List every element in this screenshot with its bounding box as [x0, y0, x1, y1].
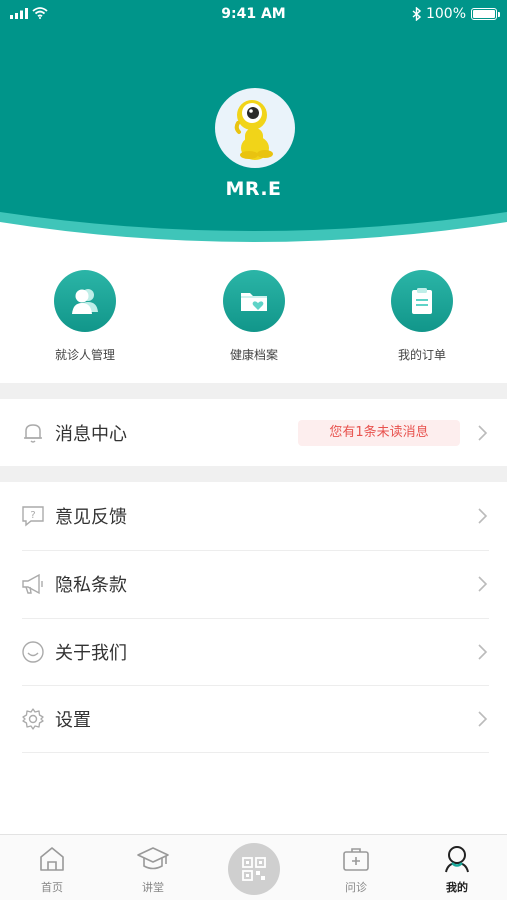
profile-icon: [445, 846, 469, 873]
menu-label: 关于我们: [55, 643, 127, 664]
tab-label: 首页: [41, 881, 63, 894]
section-gap: [0, 383, 507, 399]
home-icon: [40, 847, 64, 871]
tab-lecture[interactable]: 讲堂: [113, 841, 193, 895]
menu-item-settings[interactable]: 设置: [0, 686, 507, 752]
tab-label: 讲堂: [142, 881, 164, 894]
menu-label: 设置: [55, 710, 91, 731]
message-center-row[interactable]: 消息中心 您有1条未读消息: [0, 400, 507, 466]
qr-scan-button[interactable]: [228, 843, 280, 895]
tab-consultation[interactable]: 问诊: [316, 841, 396, 895]
avatar[interactable]: [215, 88, 295, 168]
tab-mine[interactable]: 我的: [417, 841, 497, 895]
tab-label: 我的: [446, 881, 468, 894]
users-icon: [54, 270, 116, 332]
bell-icon: [24, 424, 42, 443]
menu-item-privacy[interactable]: 隐私条款: [0, 551, 507, 617]
chevron-right-icon: [478, 644, 488, 660]
username: MR.E: [225, 178, 282, 200]
graduation-cap-icon: [137, 847, 169, 870]
profile-screen: 9:41 AM 100% MR.E 就诊人管理 健康档案 我的订单 消息中心 您…: [0, 0, 507, 900]
shortcut-my-orders[interactable]: 我的订单: [362, 268, 482, 363]
avatar-mascot-icon: [234, 100, 273, 160]
menu-label: 隐私条款: [55, 575, 127, 596]
section-gap: [0, 466, 507, 482]
shortcut-patient-management[interactable]: 就诊人管理: [25, 268, 145, 363]
chevron-right-icon: [478, 508, 488, 524]
battery-percent: 100%: [425, 6, 466, 22]
unread-message-badge: 您有1条未读消息: [298, 420, 460, 446]
bluetooth-icon: [412, 7, 421, 21]
qr-scan-icon: [242, 857, 266, 881]
feedback-icon: ?: [22, 506, 44, 527]
shortcut-label: 我的订单: [397, 348, 446, 362]
battery-indicators: 100%: [412, 6, 500, 22]
shortcut-label: 健康档案: [229, 348, 278, 362]
megaphone-icon: [22, 573, 43, 595]
profile-header: 9:41 AM 100% MR.E: [0, 0, 507, 250]
menu-item-feedback[interactable]: ? 意见反馈: [0, 483, 507, 549]
gear-icon: [22, 708, 44, 730]
svg-text:?: ?: [30, 510, 35, 521]
tab-home[interactable]: 首页: [12, 841, 92, 895]
chevron-right-icon: [478, 711, 488, 727]
menu-label: 意见反馈: [55, 507, 127, 528]
smile-icon: [22, 641, 44, 663]
health-folder-icon: [223, 270, 285, 332]
chevron-right-icon: [478, 425, 488, 441]
shortcut-grid: 就诊人管理 健康档案 我的订单: [0, 268, 507, 368]
battery-icon: [471, 8, 500, 20]
order-clipboard-icon: [391, 270, 453, 332]
status-bar: 9:41 AM 100%: [0, 0, 507, 30]
bottom-tab-bar: 首页 讲堂 问诊 我的: [0, 834, 507, 900]
message-center-label: 消息中心: [55, 424, 127, 445]
medical-kit-icon: [343, 848, 369, 871]
tab-label: 问诊: [345, 881, 367, 894]
divider: [22, 752, 489, 753]
shortcut-label: 就诊人管理: [54, 348, 115, 362]
shortcut-health-records[interactable]: 健康档案: [194, 268, 314, 363]
menu-item-about-us[interactable]: 关于我们: [0, 619, 507, 685]
chevron-right-icon: [478, 576, 488, 592]
